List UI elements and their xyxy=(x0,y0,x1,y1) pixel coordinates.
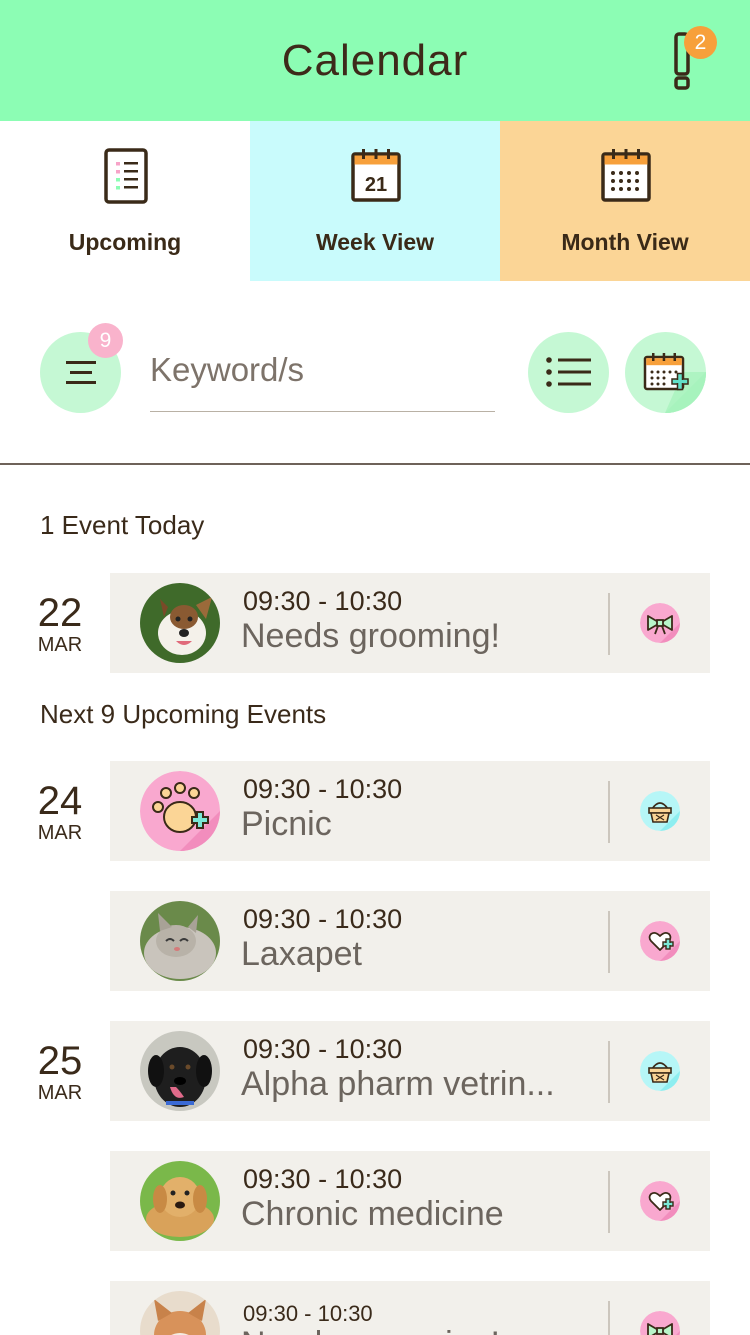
pet-avatar xyxy=(140,901,220,981)
event-type-badge xyxy=(640,1181,680,1221)
list-view-button[interactable] xyxy=(528,332,609,413)
calendar-grid-icon xyxy=(601,149,651,202)
event-title: Alpha pharm vetrin... xyxy=(241,1065,555,1103)
event-title: Needs grooming! xyxy=(241,617,500,655)
event-card[interactable]: 09:30 - 10:30 Laxapet xyxy=(110,891,710,991)
calendar-date-text: 21 xyxy=(365,174,387,196)
calendar-21-icon: 21 xyxy=(351,149,401,202)
event-separator xyxy=(608,1171,610,1233)
cat-photo-icon xyxy=(140,1291,220,1335)
search-input[interactable] xyxy=(150,340,495,400)
tab-month-view-label: Month View xyxy=(561,229,689,255)
event-type-badge xyxy=(640,1051,680,1091)
event-time: 09:30 - 10:30 xyxy=(243,1301,373,1326)
event-separator xyxy=(608,1041,610,1103)
date-label: 25 MAR xyxy=(20,1040,100,1104)
event-type-badge xyxy=(640,921,680,961)
search-field xyxy=(150,340,495,412)
list-icon xyxy=(104,148,148,204)
view-tabs: Upcoming 21 Week View Month View xyxy=(0,121,750,281)
date-month: MAR xyxy=(37,634,83,656)
event-card[interactable]: 09:30 - 10:30 Needs grooming! xyxy=(110,1281,710,1335)
event-card[interactable]: 09:30 - 10:30 Needs grooming! xyxy=(110,573,710,673)
event-title: Chronic medicine xyxy=(241,1195,504,1233)
pet-avatar xyxy=(140,1291,220,1335)
pet-avatar xyxy=(140,1161,220,1241)
date-day: 25 xyxy=(37,1039,83,1083)
date-label: 22 MAR xyxy=(20,592,100,656)
calendar-add-icon xyxy=(643,353,706,413)
dog-photo-icon xyxy=(140,1031,220,1111)
date-month: MAR xyxy=(37,822,83,844)
event-title: Laxapet xyxy=(241,935,362,973)
event-card[interactable]: 09:30 - 10:30 Chronic medicine xyxy=(110,1151,710,1251)
pet-avatar xyxy=(140,1031,220,1111)
heart-plus-icon xyxy=(640,1181,680,1221)
alert-count-badge: 2 xyxy=(684,26,717,59)
event-time: 09:30 - 10:30 xyxy=(243,774,403,804)
tab-week-view-label: Week View xyxy=(315,229,435,255)
event-card[interactable]: 09:30 - 10:30 Picnic xyxy=(110,761,710,861)
paw-add-icon xyxy=(140,771,220,851)
section-today-title: 1 Event Today xyxy=(40,510,205,540)
event-separator xyxy=(608,911,610,973)
toolbar-divider xyxy=(0,463,750,465)
app-header: Calendar xyxy=(0,0,750,121)
dog-photo-icon xyxy=(140,1161,220,1241)
bow-icon xyxy=(640,1311,680,1335)
heart-plus-icon xyxy=(640,921,680,961)
tab-month-view[interactable]: Month View xyxy=(500,121,750,281)
tab-upcoming[interactable]: Upcoming xyxy=(0,121,250,281)
event-type-badge xyxy=(640,791,680,831)
section-upcoming-title: Next 9 Upcoming Events xyxy=(40,699,327,729)
event-time: 09:30 - 10:30 xyxy=(243,904,403,934)
tab-upcoming-label: Upcoming xyxy=(68,229,182,255)
dog-photo-icon xyxy=(140,583,220,663)
bow-icon xyxy=(640,603,680,643)
page-title: Calendar xyxy=(281,36,469,85)
event-type-badge xyxy=(640,603,680,643)
bullet-list-icon xyxy=(546,357,591,387)
event-card[interactable]: 09:30 - 10:30 Alpha pharm vetrin... xyxy=(110,1021,710,1121)
event-separator xyxy=(608,1301,610,1335)
event-time: 09:30 - 10:30 xyxy=(243,1164,403,1194)
event-time: 09:30 - 10:30 xyxy=(243,1034,403,1064)
event-separator xyxy=(608,593,610,655)
tab-week-view[interactable]: 21 Week View xyxy=(250,121,500,281)
pet-avatar xyxy=(140,583,220,663)
picnic-basket-icon xyxy=(640,791,680,831)
event-time: 09:30 - 10:30 xyxy=(243,586,403,616)
date-day: 22 xyxy=(37,591,83,635)
cat-photo-icon xyxy=(140,901,220,981)
date-label: 24 MAR xyxy=(20,780,100,844)
event-title: Picnic xyxy=(241,805,332,843)
date-day: 24 xyxy=(37,779,83,823)
picnic-basket-icon xyxy=(640,1051,680,1091)
event-separator xyxy=(608,781,610,843)
date-month: MAR xyxy=(37,1082,83,1104)
event-type-badge xyxy=(640,1311,680,1335)
add-event-button[interactable] xyxy=(625,332,706,413)
pet-avatar xyxy=(140,771,220,851)
filter-count-badge: 9 xyxy=(88,323,123,358)
event-title: Needs grooming! xyxy=(241,1325,500,1335)
